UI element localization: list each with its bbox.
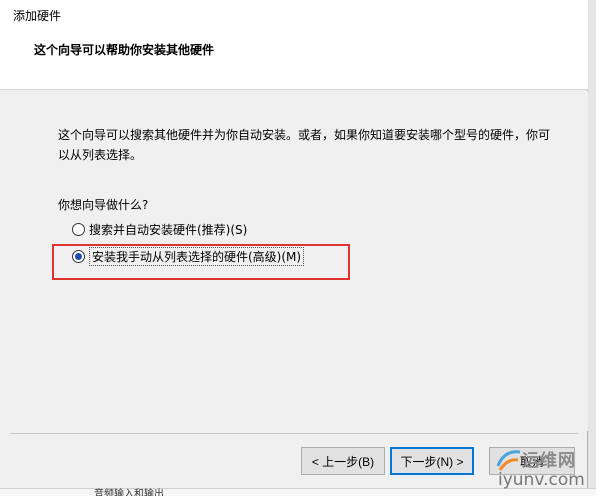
next-button[interactable]: 下一步(N) > [390,447,474,475]
background-window-edge [588,0,596,496]
wizard-question: 你想向导做什么? [58,198,149,212]
watermark-title: 运维网 [522,451,576,471]
red-highlight-annotation [52,244,350,280]
wizard-header: 这个向导可以帮助你安装其他硬件 [0,28,588,90]
wizard-description: 这个向导可以搜索其他硬件并为你自动安装。或者，如果你知道要安装哪个型号的硬件，你… [58,128,551,162]
option-auto-install[interactable]: 搜索并自动安装硬件(推荐)(S) [72,219,247,239]
background-window-text: 音频输入和输出 [94,489,164,496]
watermark-url: iyunv.com [498,470,585,490]
title-bar: 添加硬件 [0,0,588,28]
window-title: 添加硬件 [13,9,62,23]
add-hardware-dialog: 添加硬件 这个向导可以帮助你安装其他硬件 这个向导可以搜索其他硬件并为你自动安装… [0,0,588,496]
back-button[interactable]: < 上一步(B) [301,447,385,475]
wizard-heading: 这个向导可以帮助你安装其他硬件 [34,43,215,57]
footer-separator [10,433,578,434]
option-auto-install-label[interactable]: 搜索并自动安装硬件(推荐)(S) [89,221,247,238]
radio-auto-install[interactable] [72,222,85,236]
watermark: 运维网 iyunv.com [490,440,590,492]
